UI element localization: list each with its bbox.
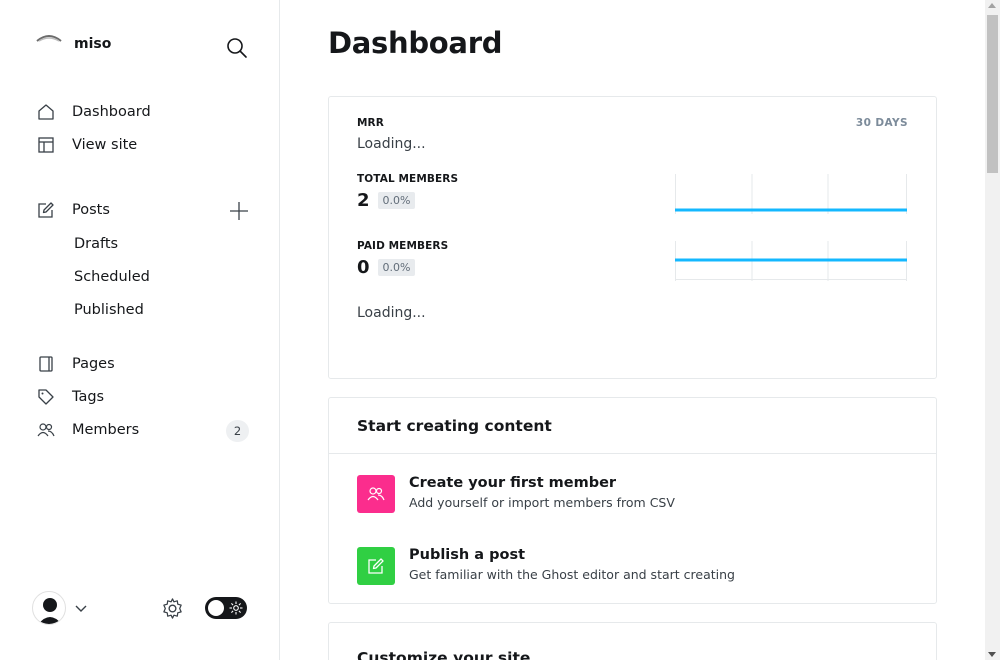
task-title: Publish a post bbox=[409, 547, 526, 563]
paid-members-sparkline bbox=[675, 241, 907, 281]
page-title: Dashboard bbox=[328, 26, 503, 60]
task-create-member[interactable]: Create your first member Add yourself or… bbox=[357, 475, 675, 513]
avatar bbox=[32, 591, 66, 625]
toggle-knob bbox=[208, 600, 224, 616]
task-publish-post-text: Publish a post Get familiar with the Gho… bbox=[409, 547, 735, 585]
nav-dashboard-label: Dashboard bbox=[72, 104, 151, 120]
nav-members[interactable]: Members bbox=[36, 418, 139, 442]
site-logo-icon bbox=[36, 35, 62, 42]
sun-icon bbox=[229, 601, 243, 615]
total-members-sparkline bbox=[675, 174, 907, 214]
nav-posts-label: Posts bbox=[72, 202, 110, 218]
total-members-count: 2 bbox=[357, 190, 370, 211]
task-description: Get familiar with the Ghost editor and s… bbox=[409, 567, 735, 582]
members-icon bbox=[36, 420, 56, 440]
customize-site-card: Customize your site bbox=[328, 622, 937, 660]
tag-icon bbox=[36, 387, 56, 407]
nav-view-site[interactable]: View site bbox=[36, 133, 137, 157]
site-name: miso bbox=[74, 36, 112, 52]
total-members-change: 0.0% bbox=[377, 192, 416, 209]
total-members-value: 2 0.0% bbox=[357, 190, 416, 211]
nav-view-site-label: View site bbox=[72, 137, 138, 153]
chart-loading: Loading... bbox=[357, 305, 426, 321]
paid-members-value: 0 0.0% bbox=[357, 257, 416, 278]
scroll-thumb[interactable] bbox=[987, 15, 998, 173]
sidebar: miso Dashboard View site Posts Drafts Sc… bbox=[0, 0, 280, 660]
nav-tags-label: Tags bbox=[72, 389, 105, 405]
mrr-label: MRR bbox=[357, 117, 384, 129]
edit-task-icon bbox=[357, 547, 395, 585]
nav-members-label: Members bbox=[72, 422, 140, 438]
page-icon bbox=[36, 354, 56, 374]
brand[interactable]: miso bbox=[36, 30, 111, 52]
chevron-down-icon bbox=[75, 605, 87, 612]
scrollbar[interactable] bbox=[985, 0, 1000, 660]
nav-scheduled[interactable]: Scheduled bbox=[74, 266, 150, 288]
nav-pages-label: Pages bbox=[72, 356, 115, 372]
nav-published[interactable]: Published bbox=[74, 299, 144, 321]
search-icon[interactable] bbox=[226, 37, 248, 59]
task-publish-post[interactable]: Publish a post Get familiar with the Gho… bbox=[357, 547, 735, 585]
metrics-card: MRR 30 DAYS Loading... TOTAL MEMBERS 2 0… bbox=[328, 96, 937, 379]
task-title: Create your first member bbox=[409, 475, 617, 491]
nav-drafts[interactable]: Drafts bbox=[74, 233, 118, 255]
dark-mode-toggle[interactable] bbox=[205, 597, 247, 619]
edit-icon bbox=[36, 200, 56, 220]
paid-members-label: PAID MEMBERS bbox=[357, 240, 449, 252]
divider bbox=[329, 453, 936, 454]
mrr-loading: Loading... bbox=[357, 136, 426, 152]
paid-members-count: 0 bbox=[357, 257, 370, 278]
members-count-badge: 2 bbox=[226, 420, 249, 442]
date-range-selector[interactable]: 30 DAYS bbox=[856, 117, 908, 129]
task-description: Add yourself or import members from CSV bbox=[409, 495, 675, 510]
start-creating-card: Start creating content Create your first… bbox=[328, 397, 937, 604]
gear-icon[interactable] bbox=[161, 597, 184, 620]
total-members-label: TOTAL MEMBERS bbox=[357, 173, 459, 185]
layout-icon bbox=[36, 135, 56, 155]
customize-title: Customize your site bbox=[357, 649, 531, 660]
paid-members-change: 0.0% bbox=[377, 259, 416, 276]
scroll-up-arrow-icon[interactable] bbox=[988, 3, 996, 8]
nav-tags[interactable]: Tags bbox=[36, 385, 104, 409]
home-icon bbox=[36, 102, 56, 122]
start-creating-title: Start creating content bbox=[357, 417, 552, 435]
scroll-down-arrow-icon[interactable] bbox=[988, 652, 996, 657]
new-post-plus-icon[interactable] bbox=[228, 200, 250, 222]
nav-dashboard[interactable]: Dashboard bbox=[36, 100, 151, 124]
task-create-member-text: Create your first member Add yourself or… bbox=[409, 475, 675, 513]
nav-posts[interactable]: Posts bbox=[36, 198, 110, 222]
user-menu[interactable] bbox=[32, 591, 88, 625]
members-task-icon bbox=[357, 475, 395, 513]
nav-pages[interactable]: Pages bbox=[36, 352, 115, 376]
